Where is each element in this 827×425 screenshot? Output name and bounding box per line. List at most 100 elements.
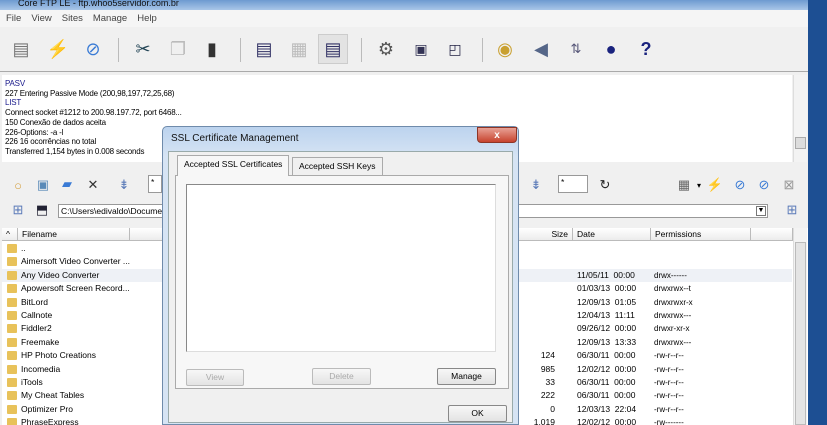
log-line: 227 Entering Passive Mode (200,98,197,72… [5,88,175,98]
manage-button[interactable]: Manage [437,368,496,385]
file-permissions: drwxrwx--- [654,311,692,320]
file-permissions: -rw-r--r-- [654,391,684,401]
delete-button[interactable]: Delete [312,368,371,385]
file-date: 06/30/11 00:00 [577,350,636,361]
menu-help[interactable]: Help [137,13,157,24]
path-dropdown-button[interactable]: ▼ [756,206,766,216]
file-list-scrollbar[interactable] [793,228,807,425]
menu-sites[interactable]: Sites [62,13,83,24]
file-permissions: -rw------- [654,418,684,425]
new-folder-icon[interactable]: ▰ [58,175,76,193]
menu-file[interactable]: File [6,13,21,24]
view-text-icon[interactable]: ▤ [251,36,277,62]
size-label: Size [551,229,568,239]
cut-icon[interactable]: ✂ [130,36,156,62]
main-toolbar: ▤ ⚡ ⊘ ✂ ❐ ▮ ▤ ▦ ▤ ⚙ ▣ ◰ ◉ ◀ ⇅ ● ? [0,28,808,72]
folder-icon [7,297,17,307]
file-date: 06/30/11 00:00 [577,390,636,401]
file-size: 0 [550,403,555,414]
certificate-list[interactable] [186,184,496,352]
disconnect-icon[interactable]: ⊘ [755,176,773,194]
file-permissions: -rw-r--r-- [654,404,684,414]
file-permissions: drwxrwx--- [654,337,692,347]
quick-connect-icon[interactable]: ⚡ [45,36,71,62]
refresh-list-icon[interactable]: ▣ [34,176,52,194]
toolbar-separator [118,38,119,62]
folder-icon [7,404,17,414]
file-date: 12/04/13 11:11 [577,310,635,320]
file-size: 33 [545,377,555,387]
upload-icon[interactable]: ⇟ [527,176,545,194]
tree-view-icon[interactable]: ⊞ [783,201,801,219]
connect-icon[interactable]: ⊘ [80,36,106,62]
folder-icon [7,351,17,361]
file-permissions: drwxrwxr-x [654,297,693,307]
path-text: C:\Users\edivaldo\Docume [61,206,163,216]
file-size: 985 [540,363,555,374]
scroll-thumb[interactable] [795,137,806,149]
terminal-icon[interactable]: ◰ [442,36,468,62]
file-size: 222 [540,390,555,401]
filter-input[interactable]: * [148,175,162,193]
file-permissions: drwxrwx--t [654,284,691,294]
folder-icon [7,364,17,374]
view-hex-icon[interactable]: ▦ [286,36,312,62]
log-scrollbar[interactable] [793,75,807,162]
view-button[interactable]: View [186,369,244,386]
file-name: Any Video Converter [21,269,100,280]
quick-connect-icon[interactable]: ⚡ [706,176,724,194]
transfer-icon[interactable]: ⇅ [563,36,589,62]
folder-icon [7,391,17,401]
tab-accepted-ssh-keys[interactable]: Accepted SSH Keys [292,157,383,175]
file-date: 06/30/11 00:00 [577,377,636,387]
close-button[interactable]: x [477,127,517,143]
folder-icon [7,257,17,267]
scroll-thumb[interactable] [795,242,806,425]
script-icon[interactable]: ▣ [408,36,434,62]
file-size: 1,019 [533,417,555,425]
file-name: BitLord [21,296,48,307]
tab-accepted-ssl-certificates[interactable]: Accepted SSL Certificates [177,155,290,176]
menu-bar: File View Sites Manage Help [0,10,808,27]
file-date: 12/09/13 13:33 [577,336,637,347]
parent-folder-icon[interactable]: ⬒ [33,201,51,219]
column-header-filename[interactable]: Filename [18,228,130,241]
ok-button[interactable]: OK [448,405,507,422]
folder-icon [7,284,17,294]
toolbar-separator [482,38,483,62]
status-icon[interactable]: ● [598,36,624,62]
column-header-date[interactable]: Date [573,228,651,241]
close-icon[interactable]: ⊠ [780,176,798,194]
title-bar: Core FTP LE - ftp.whoo5servidor.com.br [0,0,808,10]
site-manager-icon[interactable]: ▤ [8,36,34,62]
settings-icon[interactable]: ⚙ [373,36,399,62]
menu-manage[interactable]: Manage [93,13,127,24]
log-line: Connect socket #1212 to 200.98.197.72, p… [5,108,182,118]
tree-view-icon[interactable]: ⊞ [9,201,27,219]
file-name: My Cheat Tables [21,390,85,401]
file-permissions: drwx------ [654,270,687,280]
help-icon[interactable]: ? [633,36,659,62]
connect-icon[interactable]: ⊘ [731,176,749,194]
view-mixed-icon[interactable]: ▤ [318,34,348,64]
menu-view[interactable]: View [31,13,51,24]
file-date: 12/09/13 01:05 [577,296,637,307]
download-icon[interactable]: ⇟ [115,176,133,194]
search-icon[interactable]: ○ [9,176,27,194]
copy-icon[interactable]: ❐ [165,36,191,62]
file-date: 11/05/11 00:00 [577,269,635,280]
file-permissions: -rw-r--r-- [654,378,684,387]
toolbar-separator [361,38,362,62]
sound-icon[interactable]: ◀ [528,36,554,62]
paste-icon[interactable]: ▮ [199,36,225,62]
view-icon[interactable]: ◉ [492,36,518,62]
file-name: Apowersoft Screen Record... [21,283,130,294]
tab-panel: View [175,175,509,389]
delete-icon[interactable]: ✕ [84,176,102,194]
filter-input-right[interactable]: * [558,175,588,193]
column-header-permissions[interactable]: Permissions [651,228,751,241]
dialog-title: SSL Certificate Management [171,133,299,144]
column-header-extra[interactable] [751,228,793,241]
sort-column-header[interactable]: ^ [2,228,18,241]
refresh-icon[interactable]: ↻ [596,176,614,194]
